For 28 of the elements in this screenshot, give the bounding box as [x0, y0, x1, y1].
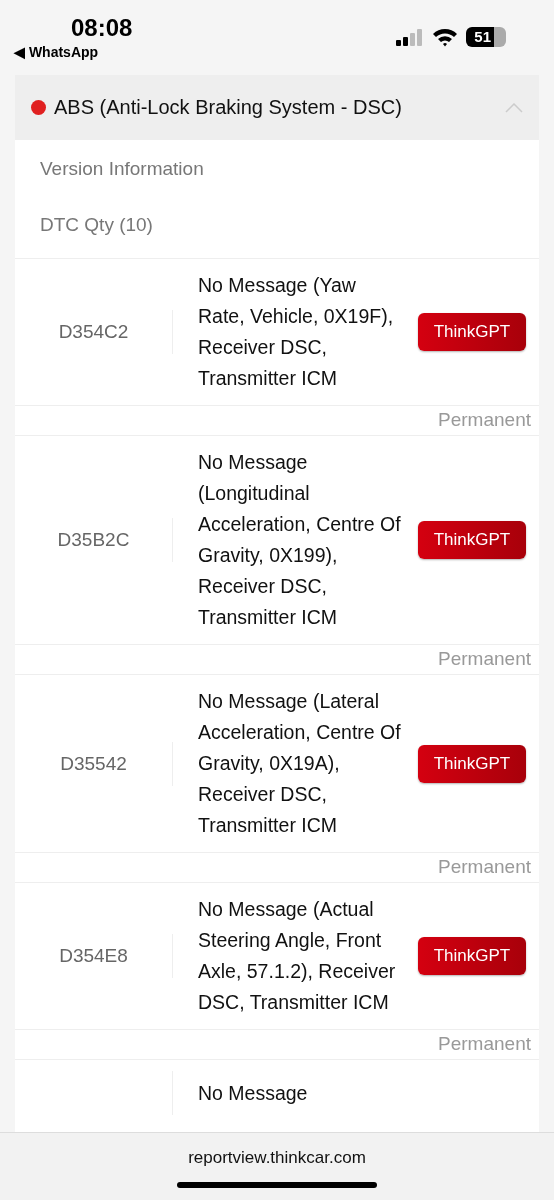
- dtc-description: No Message (Longitudinal Acceleration, Centre Of Gravity, 0X199), Receiver DSC, Transmitter ICM: [197, 450, 402, 630]
- chevron-icon: [505, 102, 523, 113]
- version-label: Version Information: [39, 157, 205, 181]
- thinkgpt-button[interactable]: ThinkGPT: [418, 744, 526, 783]
- status-time: 08:08: [71, 14, 133, 42]
- dtc-code: D35542: [60, 752, 127, 775]
- dtc-status: Permanent: [438, 648, 531, 669]
- dtc-description: No Message (Yaw Rate, Vehicle, 0X19F), Receiver DSC, Transmitter ICM: [197, 273, 395, 391]
- dtc-description: No Message (Actual Steering Angle, Front Axle, 57.1.2), Receiver DSC, Transmitter ICM: [197, 897, 397, 1015]
- section-header[interactable]: ABS (Anti-Lock Braking System - DSC): [15, 75, 539, 140]
- dtc-status: Permanent: [438, 856, 531, 877]
- dtc-status: Permanent: [438, 1033, 531, 1054]
- dtc-code: D35B2C: [57, 529, 130, 551]
- signal-icon: [396, 28, 425, 46]
- thinkgpt-button[interactable]: ThinkGPT: [418, 937, 526, 975]
- url-text: reportview.thinkcar.com: [188, 1148, 366, 1168]
- dtc-description: No Message: [197, 1080, 309, 1106]
- thinkgpt-button[interactable]: ThinkGPT: [418, 313, 526, 351]
- battery-indicator: 51: [466, 27, 506, 47]
- thinkgpt-button[interactable]: ThinkGPT: [418, 521, 526, 559]
- dtc-count: DTC Qty (10): [15, 210, 539, 259]
- dtc-code: D354E8: [59, 945, 128, 967]
- wifi-icon: [432, 27, 459, 47]
- section-title: ABS (Anti-Lock Braking System - DSC): [54, 96, 403, 119]
- back-link[interactable]: ◀ WhatsApp: [14, 44, 99, 60]
- dtc-code: D354C2: [58, 321, 129, 343]
- dtc-description: No Message (Lateral Acceleration, Centre Of Gravity, 0X19A), Receiver DSC, Transmitter ICM: [197, 689, 402, 838]
- dtc-status: Permanent: [438, 409, 531, 430]
